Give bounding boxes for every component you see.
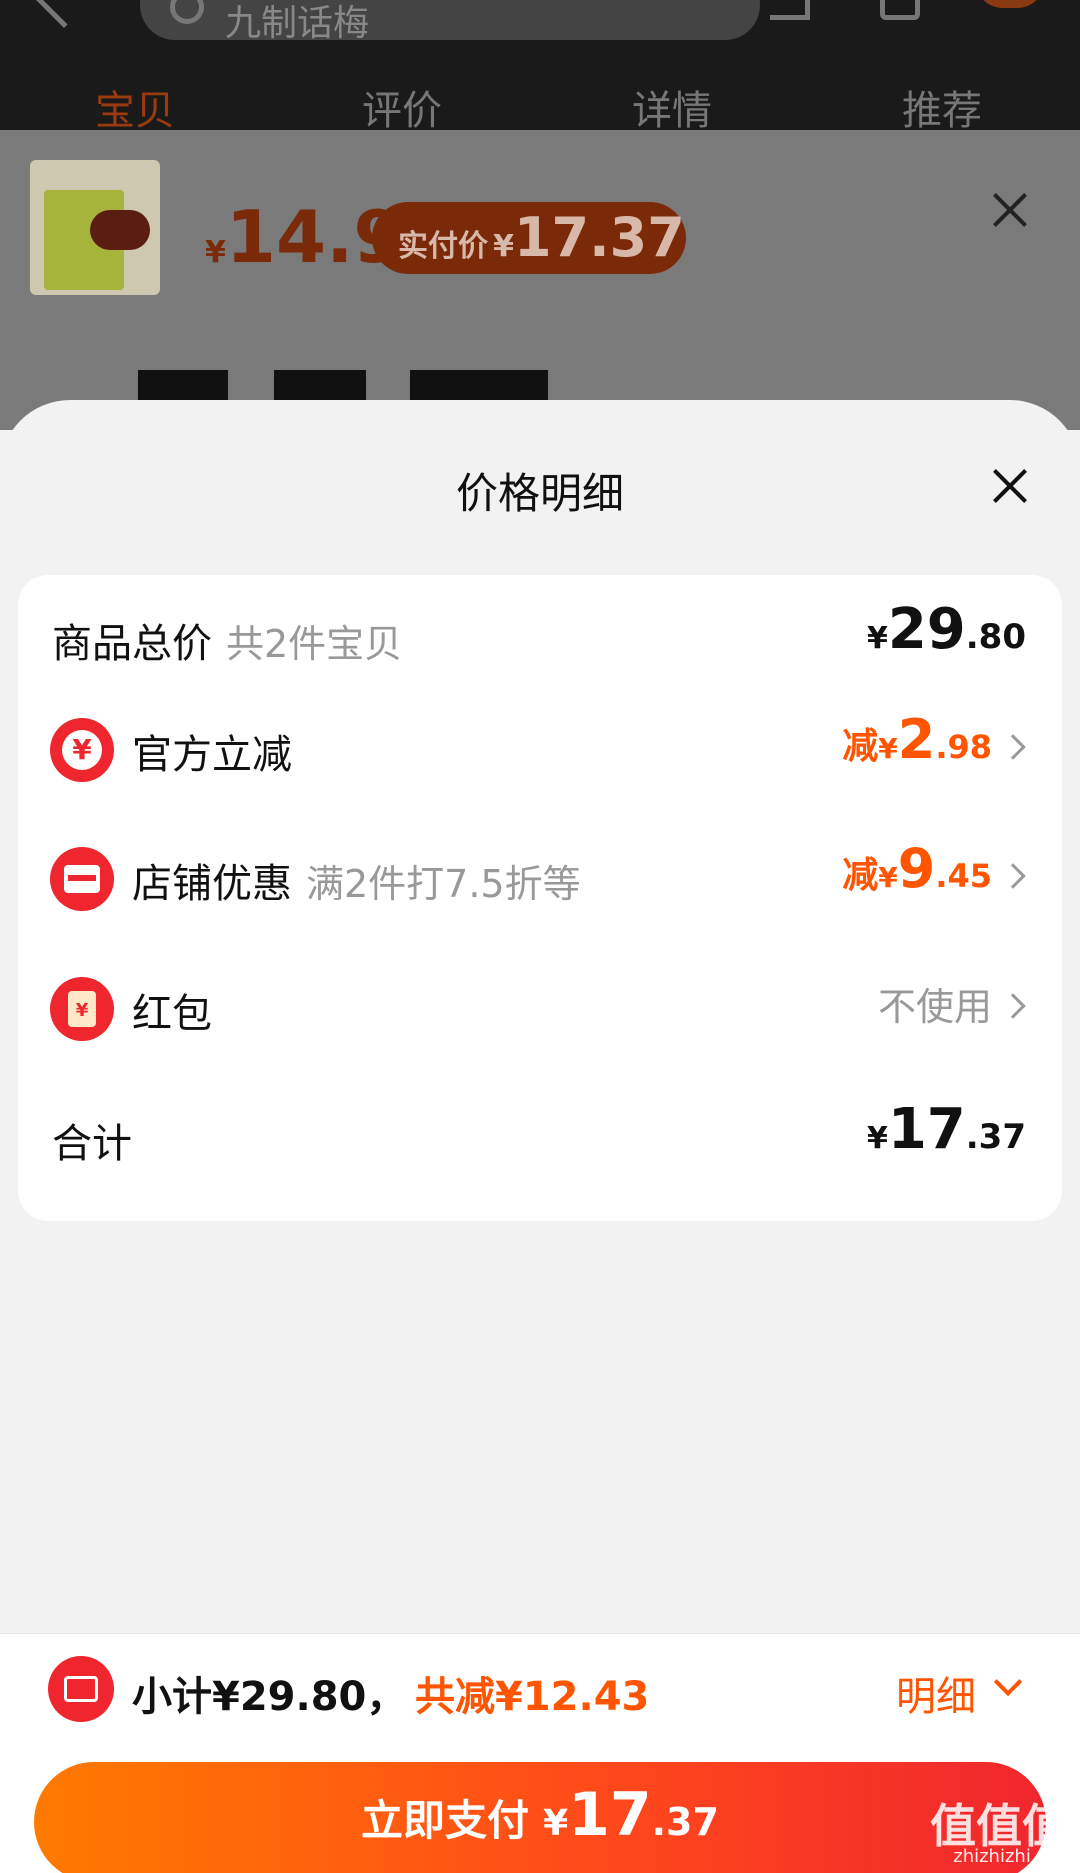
chevron-right-icon — [1000, 993, 1026, 1019]
shop-icon — [50, 847, 114, 911]
close-icon[interactable] — [990, 466, 1030, 506]
row-label: 店铺优惠 满2件打7.5折等 — [132, 861, 581, 907]
row-total: 合计 ¥17.37 — [18, 1075, 1062, 1195]
ticket-icon — [48, 1656, 114, 1722]
row-official-discount[interactable]: ¥ 官方立减 减 ¥2.98 — [18, 686, 1062, 806]
shop-discount-amount: 减 ¥9.45 — [842, 837, 992, 900]
product-thumbnail — [30, 160, 160, 295]
share-icon — [770, 0, 810, 20]
row-red-packet[interactable]: ¥ 红包 不使用 — [18, 945, 1062, 1065]
goods-total-amount: ¥29.80 — [866, 597, 1026, 662]
yen-discount-icon: ¥ — [50, 718, 114, 782]
cart-icon — [880, 0, 920, 20]
chevron-right-icon — [1000, 734, 1026, 760]
tab-baobei: 宝贝 — [95, 88, 175, 134]
tab-pingjia: 评价 — [362, 88, 442, 134]
tab-xiangqing: 详情 — [632, 88, 712, 134]
price-breakdown-card: 商品总价 共2件宝贝 ¥29.80 ¥ 官方立减 减 ¥2.98 店铺优惠 满2件打7… — [18, 575, 1062, 1221]
row-shop-discount[interactable]: 店铺优惠 满2件打7.5折等 减 ¥9.45 — [18, 815, 1062, 935]
sheet-title: 价格明细 — [455, 469, 624, 518]
tab-tuijian: 推荐 — [902, 88, 982, 134]
actual-pay-badge: 实付价 ¥17.37 — [372, 202, 686, 274]
background-close-icon — [990, 190, 1030, 230]
row-label: 官方立减 — [132, 732, 292, 778]
watermark-url: zhizhizhi.com — [953, 1846, 1075, 1867]
official-discount-amount: 减 ¥2.98 — [842, 708, 992, 771]
red-packet-icon: ¥ — [50, 977, 114, 1041]
background-tabs: 宝贝 评价 详情 推荐 — [0, 78, 1080, 134]
reduction-text: 共减¥12.43 — [415, 1674, 650, 1720]
total-amount: ¥17.37 — [866, 1097, 1026, 1162]
row-label: 合计 — [52, 1121, 132, 1167]
row-label: 商品总价 共2件宝贝 — [52, 621, 403, 667]
search-text: 九制话梅 — [225, 3, 370, 44]
detail-toggle[interactable]: 明细 — [896, 1664, 976, 1722]
row-label: 红包 — [132, 991, 212, 1037]
pay-now-button[interactable]: 立即支付 ¥17.37 — [34, 1762, 1046, 1873]
row-goods-total: 商品总价 共2件宝贝 ¥29.80 — [18, 575, 1062, 695]
subtotal-text: 小计¥29.80， — [132, 1674, 407, 1720]
chevron-right-icon — [1000, 863, 1026, 889]
red-packet-status: 不使用 — [877, 985, 992, 1029]
